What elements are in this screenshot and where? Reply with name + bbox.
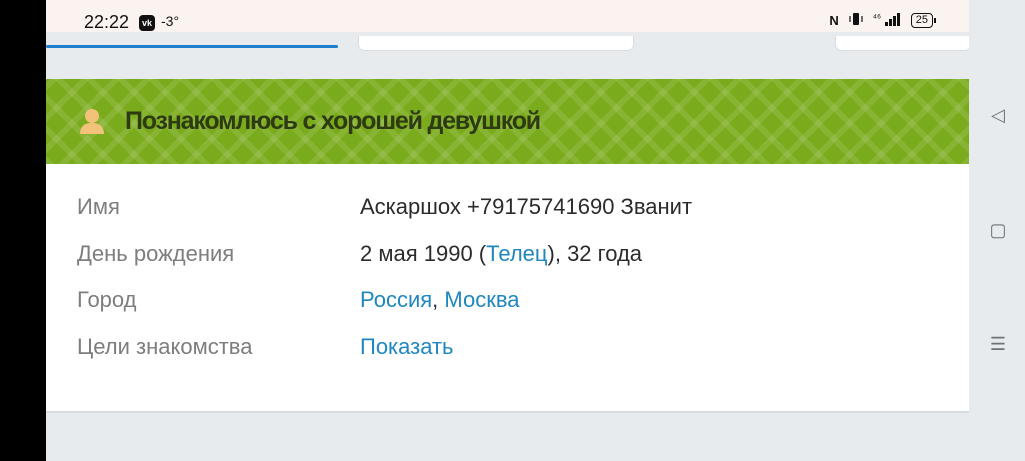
row-city: Город Россия, Москва [46,287,969,327]
battery-icon: 25 [910,13,937,28]
birthday-value: 2 мая 1990 (Телец), 32 года [360,241,642,267]
vibrate-icon [849,12,863,29]
back-icon[interactable]: ◁ [986,103,1010,127]
profile-details-card: Имя Аскаршох +79175741690 Званит День ро… [46,164,969,413]
zodiac-link[interactable]: Телец [486,241,547,266]
profile-headline: Познакомлюсь с хорошей девушкой [125,107,541,135]
profile-banner: Познакомлюсь с хорошей девушкой [46,79,969,164]
goals-label: Цели знакомства [77,334,253,359]
birthday-label: День рождения [77,241,235,266]
tab-active-indicator[interactable] [46,45,338,48]
show-goals-link[interactable]: Показать [360,334,454,360]
screen-left-edge [0,0,46,461]
menu-icon[interactable]: ☰ [986,332,1010,356]
city-separator: , [432,287,445,312]
city-link[interactable]: Москва [444,287,519,312]
row-name: Имя Аскаршох +79175741690 Званит [46,194,969,234]
signal-icon: ⁴⁶ [873,12,901,29]
birthday-date: 2 мая 1990 ( [360,241,487,266]
city-label: Город [77,287,137,312]
row-goals: Цели знакомства Показать [46,334,969,374]
name-value: Аскаршох +79175741690 Званит [360,194,693,219]
tab-right[interactable] [835,36,971,51]
status-time: 22:22 [84,12,130,32]
name-label: Имя [77,194,120,219]
nfc-icon: N [829,13,839,28]
row-birthday: День рождения 2 мая 1990 (Телец), 32 год… [46,241,969,281]
status-temperature: -3° [161,13,180,29]
status-icons: N ⁴⁶ 25 [829,12,937,29]
city-value: Россия, Москва [360,287,520,313]
country-link[interactable]: Россия [360,287,432,312]
home-icon[interactable]: ▢ [986,218,1010,242]
vk-icon: vk [139,15,155,31]
birthday-age: ), 32 года [547,241,643,266]
system-nav-bar: ◁ ▢ ☰ [969,0,1025,461]
person-icon [80,109,104,134]
tab-middle[interactable] [358,36,634,51]
